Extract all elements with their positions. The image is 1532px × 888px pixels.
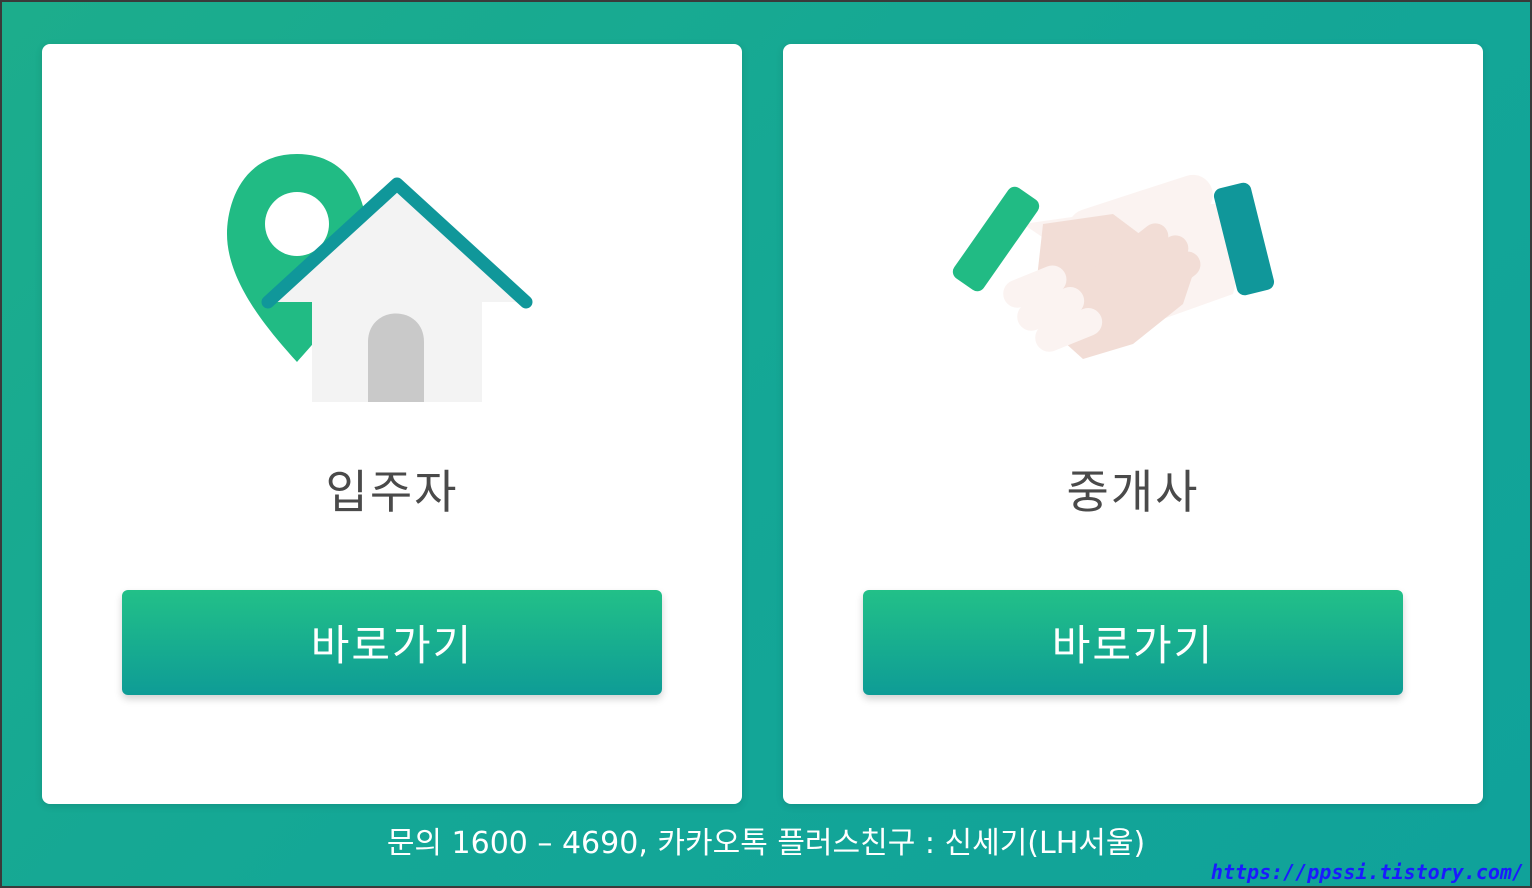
broker-card: 중개사 바로가기 — [783, 44, 1483, 804]
resident-go-button[interactable]: 바로가기 — [122, 590, 662, 695]
watermark-url: https://ppssi.tistory.com/ — [1210, 860, 1524, 884]
resident-title: 입주자 — [325, 465, 459, 519]
house-location-icon — [227, 154, 533, 402]
handshake-icon — [952, 174, 1275, 359]
page-background: 입주자 바로가기 중개사 바로가기 문의 1600 – 4690, 카카오톡 플… — [0, 0, 1532, 888]
resident-card: 입주자 바로가기 — [42, 44, 742, 804]
broker-title: 중개사 — [1066, 465, 1200, 519]
broker-go-button[interactable]: 바로가기 — [863, 590, 1403, 695]
contact-footer: 문의 1600 – 4690, 카카오톡 플러스친구 : 신세기(LH서울) — [386, 826, 1146, 861]
